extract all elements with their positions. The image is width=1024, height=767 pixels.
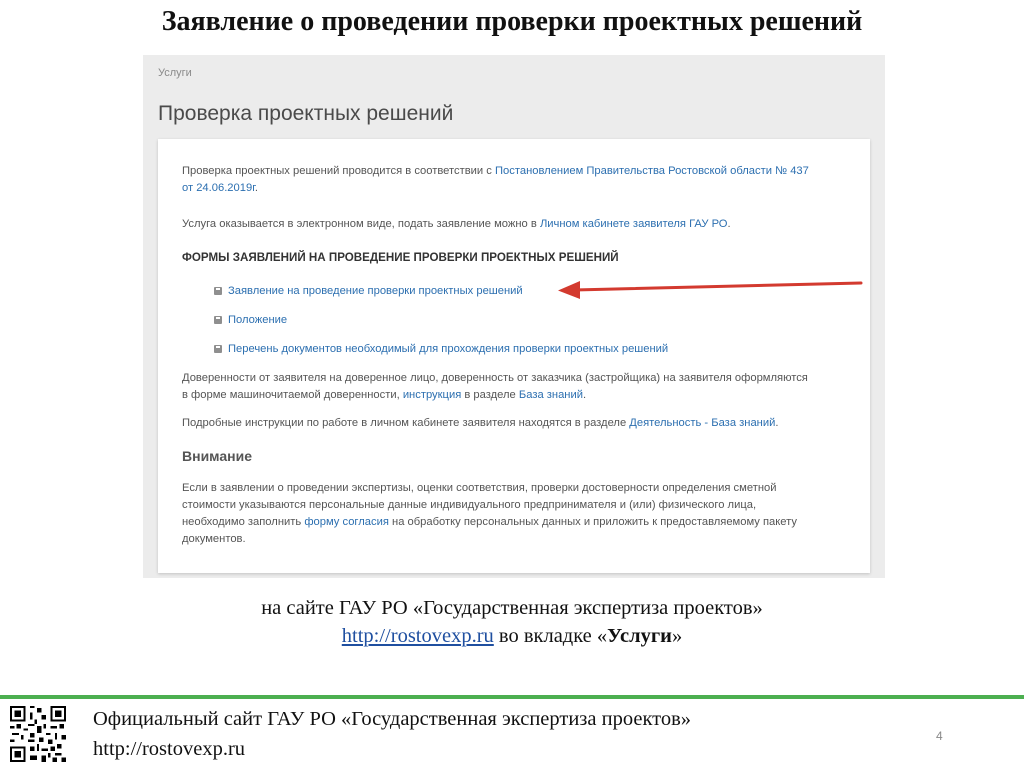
knowledge-base-link[interactable]: База знаний <box>519 389 583 401</box>
page-number: 4 <box>936 729 943 743</box>
resolution-link-date[interactable]: от 24.06.2019г <box>182 182 255 194</box>
services-tab-name: Услуги <box>607 625 672 647</box>
form-link-application[interactable]: Заявление на проведение проверки проектн… <box>214 283 523 300</box>
slide-title: Заявление о проведении проверки проектны… <box>161 6 863 37</box>
footer-text: Официальный сайт ГАУ РО «Государственная… <box>93 704 691 764</box>
floppy-disk-icon <box>214 316 222 324</box>
website-screenshot: Услуги Проверка проектных решений Провер… <box>143 55 885 578</box>
red-arrow-icon <box>558 281 863 299</box>
breadcrumb[interactable]: Услуги <box>158 67 192 79</box>
forms-heading: ФОРМЫ ЗАЯВЛЕНИЙ НА ПРОВЕДЕНИЕ ПРОВЕРКИ П… <box>182 251 619 264</box>
form-link-document-list[interactable]: Перечень документов необходимый для прох… <box>214 341 668 358</box>
consent-form-link[interactable]: форму согласия <box>304 516 389 528</box>
content-card: Проверка проектных решений проводится в … <box>158 139 870 573</box>
resolution-link[interactable]: Постановлением Правительства Ростовской … <box>495 165 809 177</box>
intro-paragraph: Проверка проектных решений проводится в … <box>182 165 809 194</box>
personal-cabinet-link[interactable]: Личном кабинете заявителя ГАУ РО <box>540 218 728 230</box>
caption-line-2: http://rostovexp.ru во вкладке «Услуги» <box>341 625 683 647</box>
instructions-paragraph: Подробные инструкции по работе в личном … <box>182 417 779 429</box>
caption-line-1: на сайте ГАУ РО «Государственная эксперт… <box>261 597 763 619</box>
instruction-link[interactable]: инструкция <box>403 389 461 401</box>
qr-code <box>10 706 66 762</box>
site-url-link[interactable]: http://rostovexp.ru <box>342 625 494 647</box>
attention-heading: Внимание <box>182 448 252 464</box>
floppy-disk-icon <box>214 345 222 353</box>
footer-url[interactable]: http://rostovexp.ru <box>93 734 691 764</box>
footer-divider <box>0 695 1024 699</box>
page-heading: Проверка проектных решений <box>158 102 454 125</box>
form-link-regulation[interactable]: Положение <box>214 312 287 329</box>
attention-paragraph: Если в заявлении о проведении экспертизы… <box>182 482 797 545</box>
activity-knowledge-base-link[interactable]: Деятельность - База знаний <box>629 417 775 429</box>
service-paragraph: Услуга оказывается в электронном виде, п… <box>182 218 731 230</box>
floppy-disk-icon <box>214 287 222 295</box>
power-of-attorney-paragraph: Доверенности от заявителя на доверенное … <box>182 372 808 401</box>
footer-org-name: Официальный сайт ГАУ РО «Государственная… <box>93 708 692 730</box>
